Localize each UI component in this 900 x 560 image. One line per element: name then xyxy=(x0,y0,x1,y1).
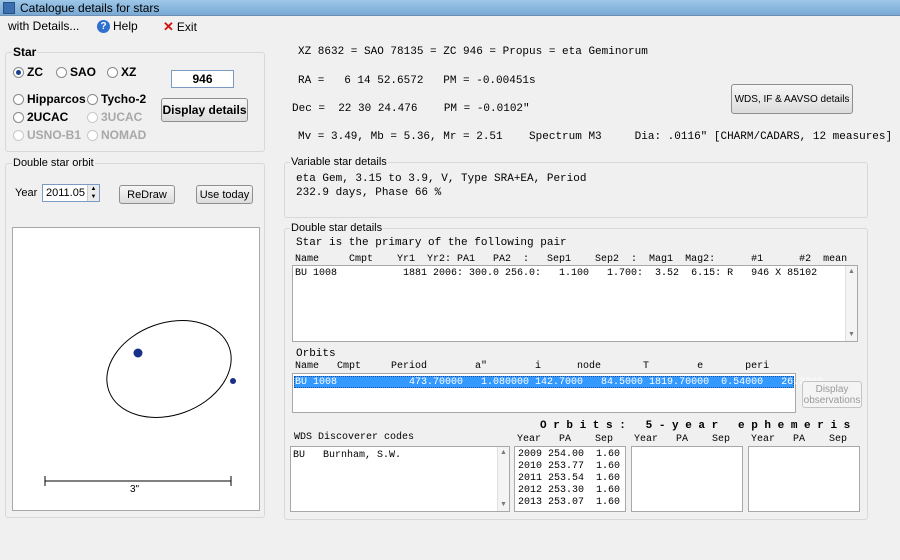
wds-codes-scrollbar[interactable]: ▲ ▼ xyxy=(497,447,509,511)
ephemeris-list-1[interactable]: 2009 254.00 1.60 2010 253.77 1.60 2011 2… xyxy=(514,446,626,512)
radio-dot xyxy=(13,93,24,105)
orbit-ellipse xyxy=(106,320,232,418)
magnitude-line: Mv = 3.49, Mb = 5.36, Mr = 2.51 Spectrum… xyxy=(298,131,893,143)
menu-with-details[interactable]: with Details... xyxy=(8,19,79,33)
orbits-list[interactable]: BU 1008 473.70000 1.080000 142.7000 84.5… xyxy=(292,373,823,413)
menu-with-details-label: with Details... xyxy=(8,19,80,33)
display-observations-button[interactable]: Display observations xyxy=(802,381,862,408)
orbits-label: Orbits xyxy=(296,348,336,360)
year-label: Year xyxy=(15,187,38,199)
menu-bar: with Details... ? Help ✕ Exit xyxy=(0,16,900,36)
year-spinner[interactable]: 2011.05 ▲ ▼ xyxy=(42,184,100,202)
wds-codes-row[interactable]: BU Burnham, S.W. xyxy=(293,450,401,461)
secondary-star xyxy=(230,378,236,384)
wds-details-button[interactable]: WDS, IF & AAVSO details xyxy=(731,84,853,114)
redraw-button[interactable]: ReDraw xyxy=(119,185,175,204)
app-icon xyxy=(3,2,15,14)
radio-2ucac[interactable]: 2UCAC xyxy=(13,110,68,124)
radio-label: Tycho-2 xyxy=(101,92,147,106)
scroll-down-icon[interactable]: ▼ xyxy=(498,499,509,511)
radio-label: XZ xyxy=(121,65,137,79)
radio-dot xyxy=(87,111,98,123)
ephemeris-header-1: Year PA Sep xyxy=(517,434,614,445)
ephemeris-row: 2013 253.07 1.60 xyxy=(518,497,621,508)
ephemeris-row: 2010 253.77 1.60 xyxy=(518,461,621,472)
radio-usnob1[interactable]: USNO-B1 xyxy=(13,128,81,142)
radio-hipparcos[interactable]: Hipparcos xyxy=(13,92,86,106)
ephemeris-row: 2009 254.00 1.60 xyxy=(518,449,621,460)
menu-exit-label: Exit xyxy=(176,20,197,34)
primary-star xyxy=(133,348,143,358)
pair-caption: Star is the primary of the following pai… xyxy=(296,237,567,249)
radio-tycho2[interactable]: Tycho-2 xyxy=(87,92,146,106)
ephemeris-header-2: Year PA Sep xyxy=(634,434,731,445)
double-group-label: Double star details xyxy=(290,222,384,234)
ephemeris-row: 2012 253.30 1.60 xyxy=(518,485,621,496)
scroll-down-icon[interactable]: ▼ xyxy=(846,329,857,341)
radio-dot xyxy=(107,66,118,78)
scale-label: 3" xyxy=(130,484,140,495)
radio-label: 2UCAC xyxy=(27,110,69,124)
pair-list[interactable]: BU 1008 1881 2006: 300.0 256.0: 1.100 1.… xyxy=(292,265,858,342)
wds-codes-list[interactable]: BU Burnham, S.W. ▲ ▼ xyxy=(290,446,510,512)
year-value: 2011.05 xyxy=(46,187,85,199)
orbit-group-label: Double star orbit xyxy=(12,157,95,169)
orbits-row-selected[interactable]: BU 1008 473.70000 1.080000 142.7000 84.5… xyxy=(294,376,823,388)
use-today-button[interactable]: Use today xyxy=(196,185,253,204)
radio-dot xyxy=(13,66,24,78)
help-icon: ? xyxy=(97,19,110,33)
spin-down-icon[interactable]: ▼ xyxy=(87,193,99,201)
variable-group-label: Variable star details xyxy=(290,156,388,168)
ra-line: RA = 6 14 52.6572 PM = -0.00451s xyxy=(298,75,536,87)
radio-label: 3UCAC xyxy=(101,110,143,124)
menu-exit[interactable]: ✕ Exit xyxy=(163,19,197,35)
menu-help[interactable]: ? Help xyxy=(97,19,138,33)
dec-line: Dec = 22 30 24.476 PM = -0.0102" xyxy=(292,103,530,115)
pair-header: Name Cmpt Yr1 Yr2: PA1 PA2 : Sep1 Sep2 :… xyxy=(295,254,848,265)
pair-row[interactable]: BU 1008 1881 2006: 300.0 256.0: 1.100 1.… xyxy=(295,268,817,279)
wds-codes-label: WDS Discoverer codes xyxy=(294,432,415,443)
radio-zc[interactable]: ZC xyxy=(13,65,43,79)
radio-3ucac[interactable]: 3UCAC xyxy=(87,110,142,124)
ephemeris-list-3[interactable] xyxy=(748,446,860,512)
radio-dot xyxy=(87,93,98,105)
radio-label: Hipparcos xyxy=(27,92,86,106)
orbit-canvas: 3" xyxy=(12,227,260,511)
pair-scrollbar[interactable]: ▲ ▼ xyxy=(845,266,857,341)
ephemeris-title: O r b i t s : 5 - y e a r e p h e m e r … xyxy=(540,420,851,432)
window-title: Catalogue details for stars xyxy=(20,1,160,15)
ephemeris-row: 2011 253.54 1.60 xyxy=(518,473,621,484)
star-group-label: Star xyxy=(12,45,38,59)
exit-icon: ✕ xyxy=(163,19,174,34)
scroll-up-icon[interactable]: ▲ xyxy=(498,447,509,459)
scroll-up-icon[interactable]: ▲ xyxy=(846,266,857,278)
menu-help-label: Help xyxy=(113,19,138,33)
radio-sao[interactable]: SAO xyxy=(56,65,96,79)
star-number-input[interactable] xyxy=(171,70,234,88)
ephemeris-list-2[interactable] xyxy=(631,446,743,512)
radio-dot xyxy=(13,111,24,123)
orbit-plot xyxy=(44,320,236,486)
orbits-header: Name Cmpt Period a" i node T e peri xyxy=(295,361,770,372)
ephemeris-header-3: Year PA Sep xyxy=(751,434,848,445)
display-details-button[interactable]: Display details xyxy=(161,98,248,122)
radio-dot xyxy=(13,129,24,141)
identity-line: XZ 8632 = SAO 78135 = ZC 946 = Propus = … xyxy=(298,46,648,58)
radio-xz[interactable]: XZ xyxy=(107,65,136,79)
radio-dot xyxy=(87,129,98,141)
radio-label: ZC xyxy=(27,65,43,79)
variable-line-2: 232.9 days, Phase 66 % xyxy=(296,187,442,199)
radio-label: NOMAD xyxy=(101,128,147,142)
radio-dot xyxy=(56,66,67,78)
radio-nomad[interactable]: NOMAD xyxy=(87,128,146,142)
title-bar: Catalogue details for stars xyxy=(0,0,900,16)
spin-up-icon[interactable]: ▲ xyxy=(87,185,99,193)
variable-line-1: eta Gem, 3.15 to 3.9, V, Type SRA+EA, Pe… xyxy=(296,173,587,185)
radio-label: SAO xyxy=(70,65,97,79)
radio-label: USNO-B1 xyxy=(27,128,82,142)
